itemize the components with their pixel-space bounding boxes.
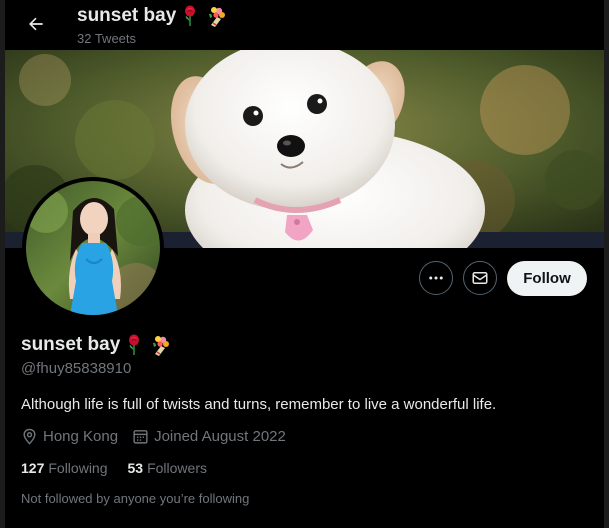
arrow-left-icon xyxy=(29,17,43,31)
profile-display-name: sunset bay xyxy=(21,334,171,356)
envelope-icon xyxy=(472,272,488,284)
header-name: sunset bay xyxy=(77,5,177,26)
followers-link[interactable]: 53 Followers xyxy=(128,460,207,476)
bouquet-emoji-icon xyxy=(209,7,226,27)
follow-stats: 127 Following 53 Followers xyxy=(21,460,227,476)
location-item: Hong Kong xyxy=(21,428,118,445)
profile-page: sunset bay 32 Tweets Follow sunset bay @… xyxy=(0,0,609,528)
joined-item: Joined August 2022 xyxy=(132,428,286,445)
followed-by-note: Not followed by anyone you’re following xyxy=(21,491,250,506)
bouquet-emoji-icon xyxy=(153,336,170,356)
rose-emoji-icon xyxy=(185,5,196,26)
rose-emoji-icon xyxy=(129,334,140,355)
message-button[interactable] xyxy=(463,261,497,295)
follow-button[interactable]: Follow xyxy=(507,261,587,296)
profile-meta: Hong Kong Joined August 2022 xyxy=(21,428,300,445)
more-options-button[interactable] xyxy=(419,261,453,295)
more-horizontal-icon xyxy=(429,276,443,280)
following-label: Following xyxy=(48,460,108,476)
avatar[interactable] xyxy=(26,181,160,315)
joined-text: Joined August 2022 xyxy=(154,428,286,445)
back-button[interactable] xyxy=(19,7,53,41)
profile-handle: @fhuy85838910 xyxy=(21,360,132,377)
tweet-count: 32 Tweets xyxy=(77,31,137,46)
display-name-text: sunset bay xyxy=(21,334,121,355)
location-pin-icon xyxy=(23,428,36,445)
following-link[interactable]: 127 Following xyxy=(21,460,108,476)
followers-label: Followers xyxy=(147,460,207,476)
calendar-icon xyxy=(133,430,148,444)
location-text: Hong Kong xyxy=(43,428,119,445)
window-frame-right xyxy=(604,0,609,528)
avatar-photo xyxy=(26,181,160,315)
profile-bio: Although life is full of twists and turn… xyxy=(21,396,497,413)
followers-count: 53 xyxy=(127,460,144,476)
profile-header-bar: sunset bay 32 Tweets xyxy=(5,0,604,50)
following-count: 127 xyxy=(21,460,45,476)
header-title: sunset bay xyxy=(77,5,227,27)
